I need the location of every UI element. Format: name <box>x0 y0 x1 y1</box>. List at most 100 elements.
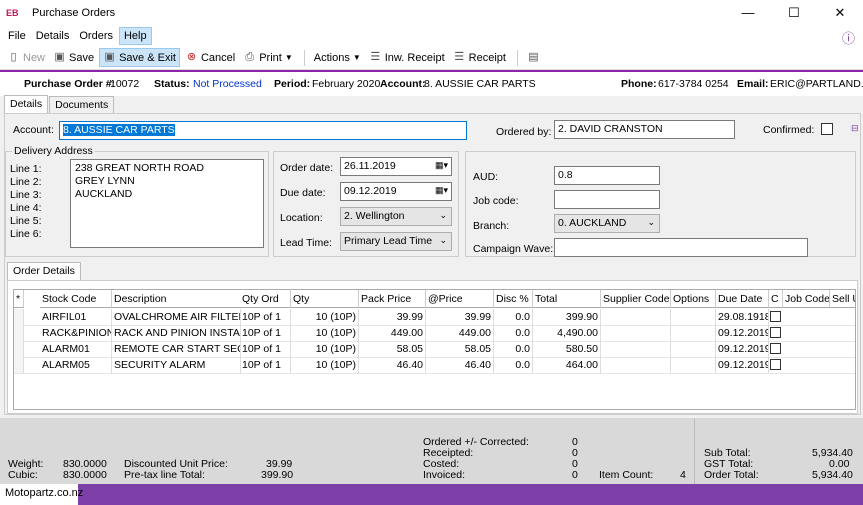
save-button[interactable]: ▣ Save <box>50 49 97 66</box>
lead-time-select[interactable]: Primary Lead Time ⌄ <box>340 232 452 251</box>
print-button[interactable]: ⎙ Print ▼ <box>240 49 296 66</box>
column-header[interactable]: Total <box>533 290 601 308</box>
minimize-button[interactable]: — <box>725 0 771 26</box>
grid-cell[interactable]: 0.0 <box>494 357 533 373</box>
grid-cell[interactable]: 10 (10P) <box>291 325 359 341</box>
grid-cell[interactable] <box>671 341 716 357</box>
grid-cell[interactable] <box>601 341 671 357</box>
grid-cell[interactable]: 10 (10P) <box>291 341 359 357</box>
grid-cell[interactable]: 449.00 <box>426 325 494 341</box>
row-checkbox[interactable] <box>770 343 781 354</box>
maximize-button[interactable]: ☐ <box>771 0 817 26</box>
inw-receipt-button[interactable]: ☰ Inw. Receipt <box>366 49 448 66</box>
column-header[interactable]: Description <box>112 290 241 308</box>
close-button[interactable]: ✕ <box>817 0 863 26</box>
grid-cell[interactable] <box>601 309 671 325</box>
grid-cell[interactable]: 46.40 <box>359 357 426 373</box>
grid-cell[interactable]: 39.99 <box>359 309 426 325</box>
grid-cell[interactable]: 0.0 <box>494 325 533 341</box>
calendar-icon[interactable]: ▦▾ <box>435 185 448 196</box>
job-code-input[interactable] <box>554 190 660 209</box>
grid-cell[interactable] <box>671 325 716 341</box>
row-selector[interactable] <box>14 341 24 357</box>
grid-cell[interactable]: 0.0 <box>494 309 533 325</box>
grid-cell[interactable]: ALARM01 <box>40 341 112 357</box>
grid-cell[interactable] <box>671 309 716 325</box>
column-header[interactable]: Due Date <box>716 290 769 308</box>
menu-orders[interactable]: Orders <box>75 28 117 44</box>
column-header[interactable]: Pack Price <box>359 290 426 308</box>
column-header[interactable]: * <box>14 290 24 308</box>
receipt-button[interactable]: ☰ Receipt <box>450 49 509 66</box>
location-select[interactable]: 2. Wellington ⌄ <box>340 207 452 226</box>
menu-file[interactable]: File <box>4 28 30 44</box>
grid-cell[interactable]: 29.08.1918 <box>716 309 769 325</box>
grid-cell[interactable]: 10 (10P) <box>291 309 359 325</box>
ordered-by-input[interactable]: 2. DAVID CRANSTON <box>554 120 735 139</box>
column-header[interactable]: Supplier Code <box>601 290 671 308</box>
grid-cell[interactable]: 10P of 1 <box>240 357 291 373</box>
grid-cell[interactable] <box>601 325 671 341</box>
calendar-icon[interactable]: ▦▾ <box>435 160 448 171</box>
grid-cell[interactable]: SECURITY ALARM <box>112 357 241 373</box>
order-date-input[interactable]: 26.11.2019 ▦▾ <box>340 157 452 176</box>
grid-cell[interactable]: AIRFIL01 <box>40 309 112 325</box>
branch-select[interactable]: 0. AUCKLAND ⌄ <box>554 214 660 233</box>
cancel-button[interactable]: ⊗ Cancel <box>182 49 238 66</box>
grid-cell[interactable]: 464.00 <box>533 357 601 373</box>
column-header[interactable]: Qty <box>291 290 359 308</box>
grid-cell[interactable]: 10 (10P) <box>291 357 359 373</box>
confirmed-checkbox[interactable] <box>821 123 833 135</box>
grid-cell[interactable]: 09.12.2019 <box>716 341 769 357</box>
column-header[interactable]: @Price <box>426 290 494 308</box>
column-header[interactable]: Sell U <box>830 290 855 308</box>
aud-input[interactable]: 0.8 <box>554 166 660 185</box>
grid-cell[interactable] <box>671 357 716 373</box>
address-textarea[interactable]: 238 GREAT NORTH ROAD GREY LYNN AUCKLAND <box>70 159 264 248</box>
column-header[interactable]: Job Code <box>783 290 830 308</box>
menu-help[interactable]: Help <box>118 27 152 45</box>
grid-cell[interactable]: REMOTE CAR START SECUR <box>112 341 241 357</box>
grid-cell[interactable]: 09.12.2019 <box>716 357 769 373</box>
row-checkbox[interactable] <box>770 311 781 322</box>
grid-cell[interactable]: 449.00 <box>359 325 426 341</box>
grid-cell[interactable]: 39.99 <box>426 309 494 325</box>
grid-cell[interactable]: 46.40 <box>426 357 494 373</box>
grid-cell[interactable] <box>601 357 671 373</box>
grid-cell[interactable]: RACK&PINION <box>40 325 112 341</box>
save-exit-button[interactable]: ▣ Save & Exit <box>99 48 180 67</box>
grid-cell[interactable]: 10P of 1 <box>240 325 291 341</box>
grid-cell[interactable]: ALARM05 <box>40 357 112 373</box>
row-selector[interactable] <box>14 357 24 373</box>
grid-cell[interactable]: 580.50 <box>533 341 601 357</box>
grid-cell[interactable]: 10P of 1 <box>240 341 291 357</box>
campaign-wave-input[interactable] <box>554 238 808 257</box>
collapse-icon[interactable]: ⊟ <box>851 123 859 134</box>
grid-cell[interactable]: 58.05 <box>359 341 426 357</box>
column-header[interactable]: C <box>769 290 783 308</box>
list-button[interactable]: ▤ <box>524 49 546 66</box>
column-header[interactable]: Qty Ord <box>240 290 291 308</box>
grid-cell[interactable]: 4,490.00 <box>533 325 601 341</box>
order-lines-grid[interactable]: * Stock Code Description Qty Ord Qty Pack Pri… <box>13 289 856 410</box>
grid-cell[interactable]: 0.0 <box>494 341 533 357</box>
info-icon[interactable]: ⓘ <box>842 28 855 47</box>
grid-cell[interactable]: 10P of 1 <box>240 309 291 325</box>
row-selector[interactable] <box>14 309 24 325</box>
new-button[interactable]: ▯ New <box>4 49 48 66</box>
column-header[interactable]: Options <box>671 290 716 308</box>
grid-cell[interactable]: OVALCHROME AIR FILTER <box>112 309 241 325</box>
account-input[interactable]: 8. AUSSIE CAR PARTS <box>59 121 467 140</box>
row-checkbox[interactable] <box>770 359 781 370</box>
grid-cell[interactable]: 399.90 <box>533 309 601 325</box>
menu-details[interactable]: Details <box>32 28 74 44</box>
grid-cell[interactable]: RACK AND PINION INSTALL <box>112 325 241 341</box>
actions-button[interactable]: Actions ▼ <box>311 50 364 66</box>
column-header[interactable]: Disc % <box>494 290 533 308</box>
row-selector[interactable] <box>14 325 24 341</box>
tab-documents[interactable]: Documents <box>49 96 115 113</box>
row-checkbox[interactable] <box>770 327 781 338</box>
grid-cell[interactable]: 58.05 <box>426 341 494 357</box>
column-header[interactable]: Stock Code <box>40 290 112 308</box>
tab-order-details[interactable]: Order Details <box>7 262 81 280</box>
